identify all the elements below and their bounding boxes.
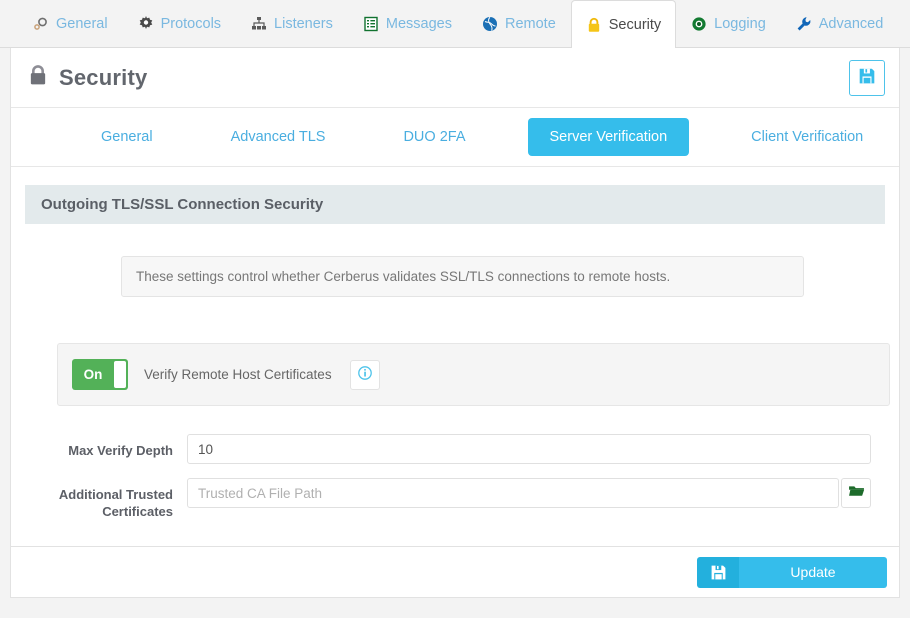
panel-body: Outgoing TLS/SSL Connection Security The…	[11, 167, 899, 560]
globe-icon	[482, 16, 498, 32]
section-notice: These settings control whether Cerberus …	[121, 256, 804, 297]
subtab-server-verification[interactable]: Server Verification	[528, 118, 690, 156]
max-verify-depth-field	[187, 434, 871, 464]
info-circle-icon	[357, 365, 373, 384]
tab-general[interactable]: General	[18, 0, 123, 47]
subtab-client-verification[interactable]: Client Verification	[735, 119, 879, 155]
section-heading: Outgoing TLS/SSL Connection Security	[25, 185, 885, 224]
subtab-server-verification-label: Server Verification	[550, 129, 668, 145]
max-verify-depth-row: Max Verify Depth	[25, 434, 871, 464]
tab-remote[interactable]: Remote	[467, 0, 571, 47]
save-button[interactable]	[849, 60, 885, 96]
tab-remote-label: Remote	[505, 16, 556, 32]
tab-logging-label: Logging	[714, 16, 766, 32]
toggle-knob	[114, 361, 126, 388]
additional-trusted-certificates-input[interactable]	[187, 478, 839, 508]
sub-tab-bar: General Advanced TLS DUO 2FA Server Veri…	[11, 108, 899, 167]
browse-ca-file-button[interactable]	[841, 478, 871, 508]
subtab-duo-2fa[interactable]: DUO 2FA	[387, 119, 481, 155]
server-verification-form: Max Verify Depth Additional Trusted Cert…	[25, 434, 885, 520]
subtab-client-verification-label: Client Verification	[751, 129, 863, 145]
tab-security[interactable]: Security	[571, 0, 676, 48]
subtab-general-label: General	[101, 129, 153, 145]
gear-icon	[138, 16, 154, 32]
list-icon	[363, 16, 379, 32]
security-panel: Security General Advanced TLS DUO 2FA	[10, 48, 900, 561]
update-button[interactable]: Update	[697, 557, 887, 588]
cog-small-icon	[33, 16, 49, 32]
tab-logging[interactable]: Logging	[676, 0, 781, 47]
max-verify-depth-input[interactable]	[187, 434, 871, 464]
main-tab-bar: General Protocols Listeners	[0, 0, 910, 48]
additional-trusted-certificates-row: Additional Trusted Certificates	[25, 478, 871, 520]
tab-advanced[interactable]: Advanced	[781, 0, 899, 47]
verify-remote-host-info-button[interactable]	[350, 360, 380, 390]
max-verify-depth-label: Max Verify Depth	[25, 434, 173, 459]
floppy-save-icon	[858, 67, 876, 88]
additional-trusted-certificates-field	[187, 478, 871, 508]
tab-security-label: Security	[609, 17, 661, 33]
tab-listeners-label: Listeners	[274, 16, 333, 32]
tab-messages-label: Messages	[386, 16, 452, 32]
page-title-text: Security	[59, 65, 147, 91]
additional-trusted-certificates-label: Additional Trusted Certificates	[25, 478, 173, 520]
verify-remote-host-toggle-state: On	[72, 367, 114, 382]
tab-listeners[interactable]: Listeners	[236, 0, 348, 47]
subtab-duo-2fa-label: DUO 2FA	[403, 129, 465, 145]
verify-remote-host-label: Verify Remote Host Certificates	[144, 367, 332, 382]
folder-open-icon	[848, 483, 865, 503]
eye-icon	[691, 16, 707, 32]
floppy-save-icon	[697, 557, 739, 588]
verify-remote-host-toggle[interactable]: On	[72, 359, 128, 390]
verify-remote-host-panel: On Verify Remote Host Certificates	[57, 343, 890, 406]
subtab-general[interactable]: General	[85, 119, 169, 155]
tab-protocols-label: Protocols	[161, 16, 221, 32]
lock-icon	[586, 17, 602, 33]
tab-messages[interactable]: Messages	[348, 0, 467, 47]
subtab-advanced-tls-label: Advanced TLS	[231, 129, 326, 145]
sitemap-icon	[251, 16, 267, 32]
panel-header: Security	[11, 48, 899, 108]
subtab-advanced-tls[interactable]: Advanced TLS	[215, 119, 342, 155]
tab-protocols[interactable]: Protocols	[123, 0, 236, 47]
footer-bar: Update	[10, 546, 900, 598]
tab-general-label: General	[56, 16, 108, 32]
lock-icon	[27, 64, 49, 92]
page-title: Security	[27, 64, 147, 92]
wrench-icon	[796, 16, 812, 32]
tab-advanced-label: Advanced	[819, 16, 884, 32]
update-button-label: Update	[739, 557, 887, 588]
